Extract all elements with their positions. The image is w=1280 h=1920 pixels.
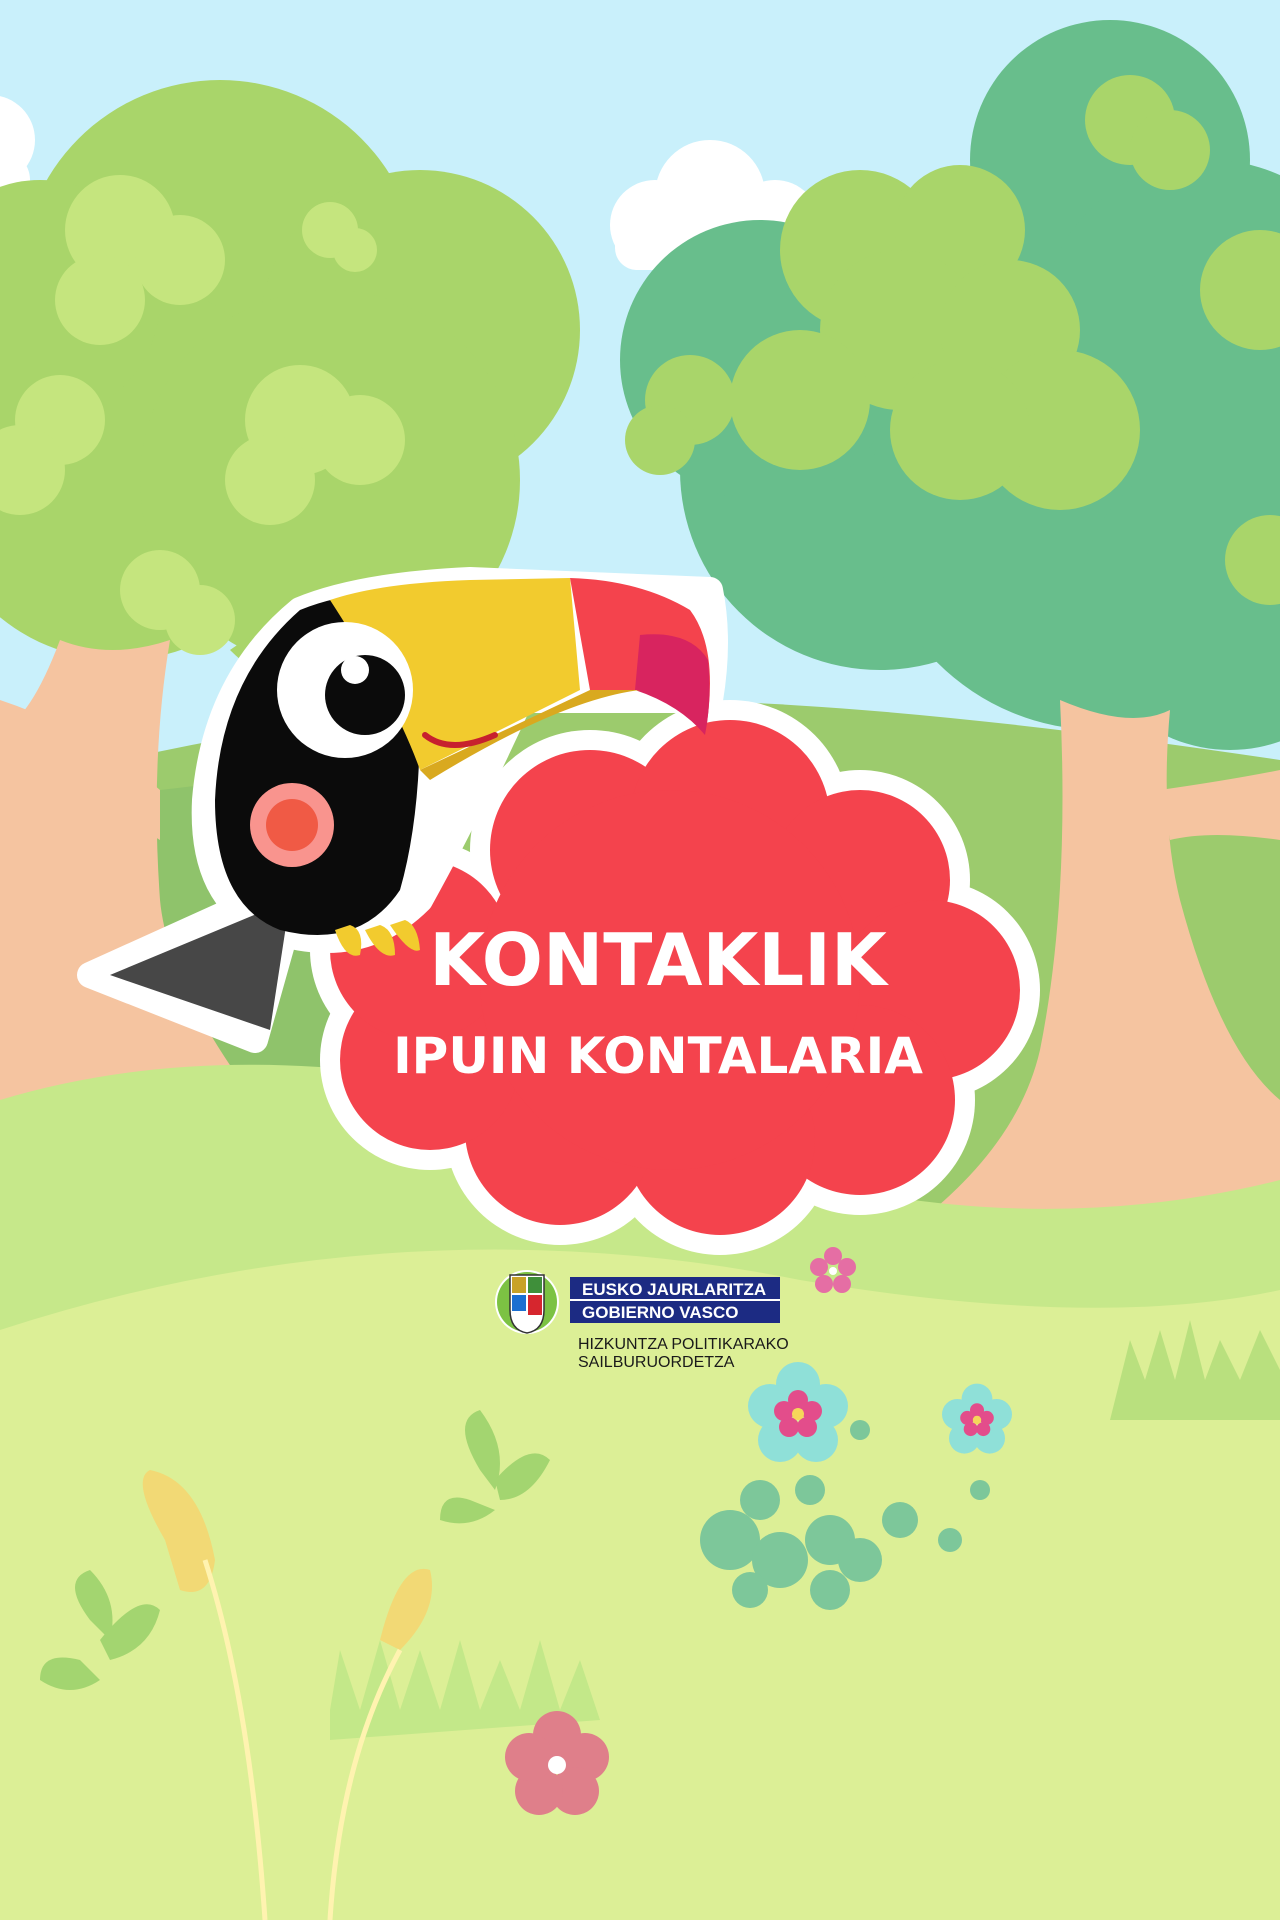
department-line-2: SAILBURUORDETZA bbox=[578, 1354, 735, 1371]
splash-scene: KONTAKLIK IPUIN KONTALARIA EUSKO JAURLAR… bbox=[0, 0, 1280, 1920]
basque-crest-icon bbox=[495, 1270, 559, 1334]
app-subtitle: IPUIN KONTALARIA bbox=[393, 1027, 923, 1085]
government-name-basque: EUSKO JAURLARITZA bbox=[582, 1280, 766, 1299]
department-line-1: HIZKUNTZA POLITIKARAKO bbox=[578, 1336, 789, 1353]
government-name-spanish: GOBIERNO VASCO bbox=[582, 1303, 738, 1322]
app-title: KONTAKLIK bbox=[429, 918, 889, 1002]
